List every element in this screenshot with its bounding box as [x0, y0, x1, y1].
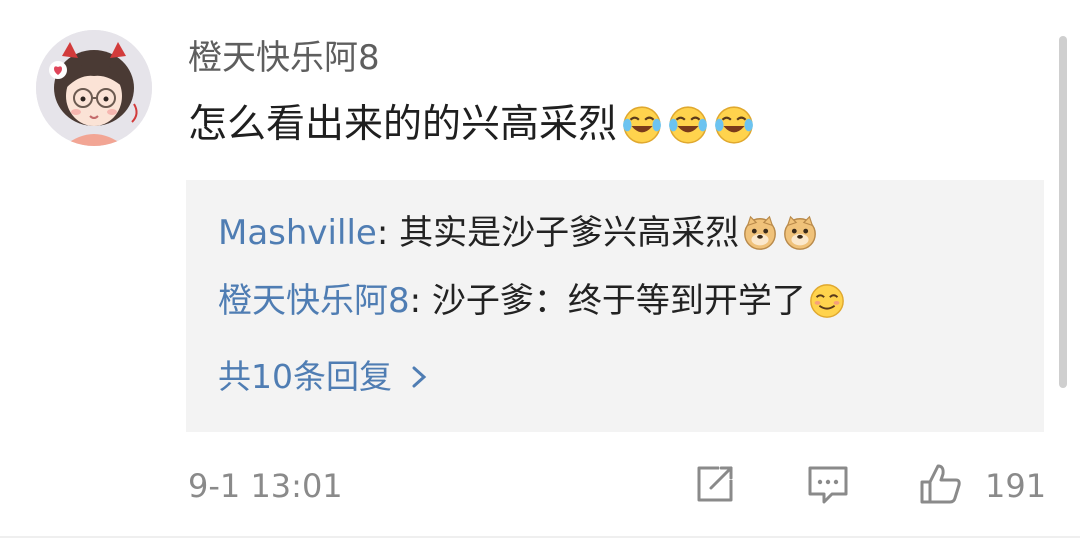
reply-text: 沙子爹：终于等到开学了: [431, 281, 806, 321]
view-all-replies-link[interactable]: 共10条回复: [218, 352, 430, 402]
reply-text: 其实是沙子爹兴高采烈: [399, 213, 740, 253]
reply-separator: :: [376, 213, 400, 253]
comment-text-row: 怎么看出来的的兴高采烈: [188, 98, 755, 152]
reply-separator: :: [409, 281, 432, 321]
more-replies-label: 共10条回复: [218, 357, 392, 396]
scrollbar[interactable]: [1059, 36, 1067, 388]
doge-icon: [741, 214, 779, 252]
reply-item[interactable]: 橙天快乐阿8 : 沙子爹：终于等到开学了: [218, 276, 846, 326]
avatar-image: [36, 30, 152, 146]
comment-username[interactable]: 橙天快乐阿8: [188, 36, 380, 80]
comment-timestamp: 9-1 13:01: [188, 467, 343, 505]
laugh-cry-icon: [667, 104, 709, 146]
reply-preview-box[interactable]: Mashville : 其实是沙子爹兴高采烈 橙天快乐阿8 : 沙子爹：终于等到…: [186, 180, 1044, 432]
smug-smile-icon: [808, 282, 846, 320]
chevron-right-icon: [412, 366, 427, 388]
like-count: 191: [985, 467, 1047, 505]
thumbs-up-icon[interactable]: [918, 462, 962, 506]
reply-author[interactable]: Mashville: [218, 208, 377, 258]
doge-icon: [781, 214, 819, 252]
laugh-cry-icon: [713, 104, 755, 146]
reply-item[interactable]: Mashville : 其实是沙子爹兴高采烈: [218, 208, 819, 258]
comment-icon[interactable]: [806, 462, 850, 506]
share-edit-icon[interactable]: [693, 462, 737, 506]
comment-text: 怎么看出来的的兴高采烈: [188, 102, 618, 147]
avatar[interactable]: [36, 30, 152, 146]
laugh-cry-icon: [621, 104, 663, 146]
reply-author[interactable]: 橙天快乐阿8: [218, 276, 410, 326]
